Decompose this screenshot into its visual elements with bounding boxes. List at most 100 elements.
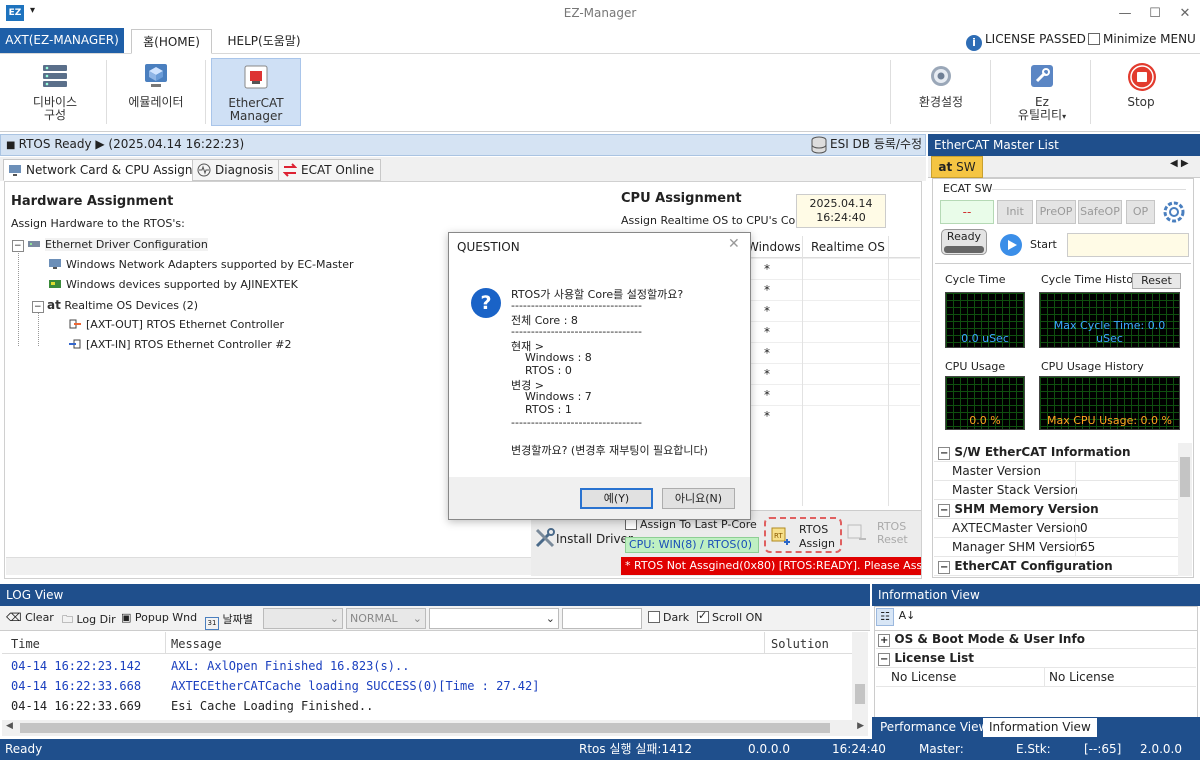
log-horizontal-scrollbar[interactable]: ◀ ▶ [2, 720, 868, 736]
device-config-button[interactable]: 디바이스 구성 [20, 58, 90, 126]
log-level-combo[interactable]: NORMAL ⌄ [346, 608, 426, 629]
by-date-button[interactable]: 31 날짜별 [205, 611, 253, 630]
esi-db-button[interactable]: ESI DB 등록/수정 [808, 134, 922, 156]
property-row[interactable]: Manager SHM Version 65 [934, 538, 1178, 557]
maximize-icon[interactable]: ☐ [1140, 3, 1170, 25]
table-row[interactable]: * [740, 321, 920, 342]
table-row[interactable]: 04-14 16:22:33.669 Esi Cache Loading Fini… [11, 699, 539, 719]
close-icon[interactable]: ✕ [728, 236, 740, 252]
category-sw-ethercat[interactable]: − S/W EtherCAT Information [934, 443, 1178, 462]
settings-button[interactable]: 환경설정 [905, 58, 977, 126]
table-row[interactable]: 04-14 16:22:33.668 AXTECEtherCATCache loa… [11, 679, 539, 699]
init-button[interactable]: Init [997, 200, 1033, 224]
stop-icon [1127, 62, 1156, 91]
minimize-menu-checkbox[interactable]: Minimize MENU [1088, 32, 1196, 46]
no-button[interactable]: 아니요(N) [662, 488, 735, 509]
horizontal-scrollbar[interactable] [6, 557, 532, 575]
category-shm-memory[interactable]: − SHM Memory Version [934, 500, 1178, 519]
table-row[interactable]: * [740, 384, 920, 405]
property-row[interactable]: Master Version [934, 462, 1178, 481]
checkbox-icon[interactable] [1088, 33, 1100, 45]
tab-information-view[interactable]: Information View [983, 718, 1097, 737]
tab-performance-view[interactable]: Performance View [874, 718, 994, 737]
tab-network-card[interactable]: Network Card & CPU Assign [3, 159, 200, 181]
scroll-thumb[interactable] [855, 684, 865, 704]
ribbon-divider [890, 60, 891, 124]
chip-plus-icon: RT [769, 525, 791, 547]
emulator-button[interactable]: 에뮬레이터 [116, 58, 196, 126]
filter-combo[interactable]: ⌄ [429, 608, 559, 629]
tree-node-axt-out[interactable]: [AXT-OUT] RTOS Ethernet Controller [68, 318, 284, 331]
property-row[interactable]: AXTECMaster Version 0 [934, 519, 1178, 538]
ethercat-manager-button[interactable]: EtherCAT Manager [211, 58, 301, 126]
collapse-icon[interactable]: − [32, 301, 44, 313]
scroll-thumb[interactable] [20, 723, 830, 733]
category-os-boot[interactable]: + OS & Boot Mode & User Info [876, 630, 1196, 649]
play-icon[interactable] [1000, 234, 1022, 256]
start-input[interactable] [1067, 233, 1189, 257]
ready-toggle[interactable]: Ready [941, 229, 987, 255]
sort-alpha-icon[interactable]: A↓ [898, 608, 916, 626]
table-row[interactable]: * [740, 300, 920, 321]
property-grid-scrollbar[interactable] [1178, 443, 1192, 576]
reset-button[interactable]: Reset [1132, 273, 1181, 289]
op-button[interactable]: OP [1126, 200, 1155, 224]
table-row[interactable]: * [740, 279, 920, 300]
tree-node-windows-adapters[interactable]: Windows Network Adapters supported by EC… [48, 258, 354, 271]
tab-ecat-online[interactable]: ECAT Online [278, 159, 382, 181]
category-ethercat-config[interactable]: − EtherCAT Configuration [934, 557, 1178, 576]
scroll-left-icon[interactable]: ◀ [6, 721, 13, 731]
popup-wnd-button[interactable]: ▣ Popup Wnd [121, 611, 197, 624]
tab-master-sw[interactable]: at SW [931, 156, 983, 178]
collapse-icon[interactable]: − [938, 561, 951, 574]
property-row[interactable]: No License No License [876, 668, 1196, 687]
search-input[interactable] [562, 608, 642, 629]
checkbox-checked-icon[interactable] [697, 609, 709, 623]
scroll-on-checkbox[interactable]: Scroll ON [697, 609, 763, 624]
table-row[interactable]: * [740, 363, 920, 384]
app-menu-tab[interactable]: AXT(EZ-MANAGER) [0, 28, 124, 53]
tab-help[interactable]: HELP(도움말) [218, 29, 310, 54]
table-row[interactable]: * [740, 342, 920, 363]
tab-home[interactable]: 홈(HOME) [131, 29, 212, 54]
tab-scroll-arrows-icon[interactable]: ◀ ▶ [1170, 158, 1189, 169]
categorized-view-icon[interactable]: ☷ [876, 608, 894, 626]
tree-node-rtos-devices[interactable]: − at Realtime OS Devices (2) [32, 298, 198, 313]
collapse-icon[interactable]: − [938, 447, 951, 460]
property-name: AXTECMaster Version [952, 521, 1081, 535]
table-row[interactable]: * [740, 405, 920, 426]
stop-label: Stop [1127, 95, 1155, 109]
checkbox-icon[interactable] [648, 611, 660, 623]
dark-checkbox[interactable]: Dark [648, 611, 689, 624]
collapse-icon[interactable]: − [12, 240, 24, 252]
log-vertical-scrollbar[interactable] [852, 632, 868, 720]
property-row[interactable]: Master Stack Version [934, 481, 1178, 500]
scroll-right-icon[interactable]: ▶ [857, 721, 864, 731]
expand-icon[interactable]: + [878, 634, 891, 647]
minimize-icon[interactable]: — [1110, 3, 1140, 25]
install-driver-button[interactable]: Install Driver [534, 527, 633, 549]
date-combo[interactable]: ⌄ [263, 608, 343, 629]
tab-diagnosis[interactable]: Diagnosis [192, 159, 281, 181]
clear-button[interactable]: ⌫ Clear [6, 611, 54, 624]
log-dir-button[interactable]: 🗀 Log Dir [62, 611, 116, 630]
safeop-button[interactable]: SafeOP [1078, 200, 1122, 224]
tree-node-ajinextek-devices[interactable]: Windows devices supported by AJINEXTEK [48, 278, 298, 291]
scroll-thumb[interactable] [1180, 457, 1190, 497]
cycle-time-label: Cycle Time [945, 273, 1006, 286]
preop-button[interactable]: PreOP [1036, 200, 1076, 224]
table-row[interactable]: 04-14 16:22:23.142 AXL: AxlOpen Finished … [11, 659, 539, 679]
tree-node-ethernet-config[interactable]: − Ethernet Driver Configuration [12, 238, 208, 252]
collapse-icon[interactable]: − [938, 504, 951, 517]
collapse-icon[interactable]: − [878, 653, 891, 666]
rtos-reset-button[interactable]: RTOS Reset [845, 520, 908, 546]
category-license-list[interactable]: − License List [876, 649, 1196, 668]
ez-utility-button[interactable]: Ez 유틸리티▾ [1003, 58, 1081, 126]
tree-node-axt-in[interactable]: [AXT-IN] RTOS Ethernet Controller #2 [68, 338, 292, 351]
stop-button[interactable]: Stop [1108, 58, 1174, 126]
rtos-assign-button[interactable]: RT RTOS Assign [764, 517, 842, 553]
yes-button[interactable]: 예(Y) [580, 488, 653, 509]
close-icon[interactable]: ✕ [1170, 3, 1200, 25]
table-row[interactable]: * [740, 258, 920, 279]
gear-icon[interactable] [1162, 200, 1186, 224]
